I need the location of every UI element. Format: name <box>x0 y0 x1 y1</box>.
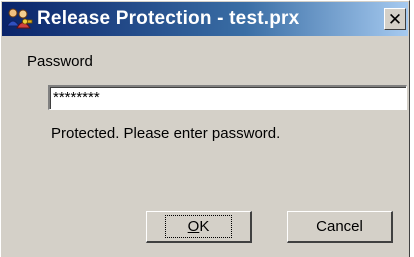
cancel-label: Cancel <box>316 218 363 235</box>
window-title: Release Protection - test.prx <box>37 8 300 29</box>
ok-button[interactable]: OK <box>146 211 252 243</box>
ok-mnemonic: O <box>187 218 200 235</box>
ok-button-focus-rect: OK <box>164 215 233 238</box>
close-icon: ✕ <box>387 9 403 29</box>
password-field[interactable]: ******** <box>48 85 407 110</box>
password-label: Password <box>27 53 93 70</box>
ok-label-rest: K <box>199 218 210 235</box>
app-icon <box>4 5 34 33</box>
status-message: Protected. Please enter password. <box>51 125 281 142</box>
cancel-button[interactable]: Cancel <box>287 211 393 243</box>
close-button[interactable]: ✕ <box>384 8 406 30</box>
release-protection-dialog: Release Protection - test.prx ✕ Password… <box>0 0 410 257</box>
title-bar[interactable]: Release Protection - test.prx ✕ <box>2 2 408 36</box>
